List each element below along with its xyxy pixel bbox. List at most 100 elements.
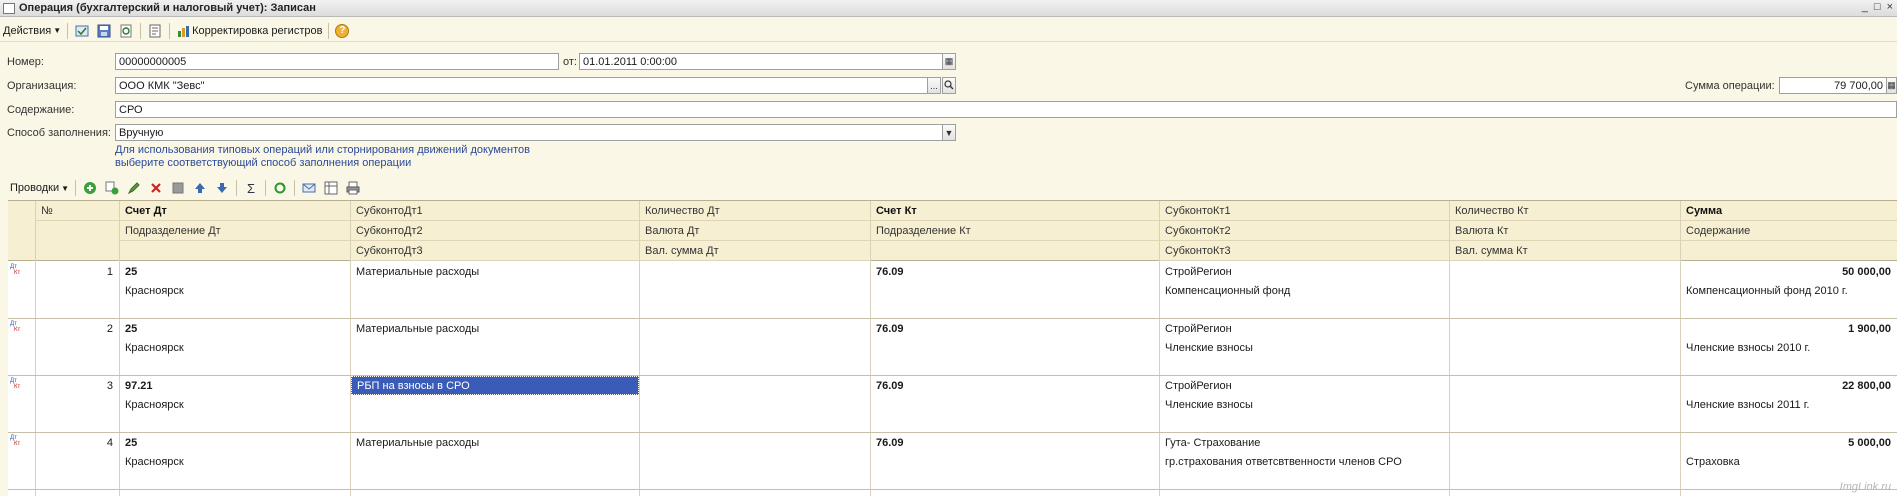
move-down-button[interactable] [211,178,233,198]
dt-division-cell[interactable]: Красноярск [120,452,350,471]
entries-table[interactable]: № Счет Дт Подразделение Дт СубконтоДт1 С… [8,200,1897,496]
organization-field[interactable]: ООО КМК "Зевс" [115,77,928,94]
sum-cell[interactable]: 1 900,00 [1681,319,1897,338]
print-button[interactable] [342,178,364,198]
dt-sub1-cell[interactable]: Материальные расходы [351,433,639,452]
dt-sub1-cell-selected[interactable]: РБП на взносы в СРО [351,376,639,395]
sum-cell[interactable]: 22 800,00 [1681,376,1897,395]
maximize-button[interactable]: □ [1874,1,1881,13]
dt-sub1-cell[interactable]: Материальные расходы [351,262,639,281]
entry-type-icon: Дт Кт [10,264,21,276]
sum-cell[interactable]: 5 000,00 [1681,433,1897,452]
toolbar-separator [169,22,171,39]
window-icon [3,2,15,14]
document-structure-icon [147,23,163,39]
header-dt-sub3[interactable]: СубконтоДт3 [351,241,639,261]
delete-row-button[interactable] [145,178,167,198]
dt-division-cell[interactable]: Красноярск [120,338,350,357]
header-kt-sub1[interactable]: СубконтоКт1 [1160,201,1449,221]
organization-open-button[interactable] [942,77,956,94]
printer-icon [345,180,361,196]
kt-account-cell[interactable]: 76.09 [871,262,1159,281]
mail-button[interactable] [298,178,320,198]
header-dt-sub2[interactable]: СубконтоДт2 [351,221,639,241]
header-dt-division[interactable]: Подразделение Дт [120,221,350,241]
table-settings-button[interactable] [320,178,342,198]
header-dt-cur-sum[interactable]: Вал. сумма Дт [640,241,870,261]
header-kt-division[interactable]: Подразделение Кт [871,221,1159,241]
kt-sub2-cell[interactable]: Компенсационный фонд [1160,281,1449,300]
toolbar-separator [265,180,267,196]
end-edit-button[interactable] [167,178,189,198]
refresh-button[interactable] [115,21,137,41]
fill-method-dropdown-button[interactable]: ▼ [942,124,956,141]
registers-correction-button[interactable]: Корректировка регистров [173,21,325,41]
header-kt-account[interactable]: Счет Кт [871,201,1159,221]
dt-account-cell[interactable]: 25 [120,433,350,452]
content-cell[interactable]: Членские взносы 2011 г. [1681,395,1897,414]
kt-sub2-cell[interactable]: гр.страхования ответсвтвенности членов С… [1160,452,1449,471]
fill-method-select[interactable]: Вручную [115,124,943,141]
kt-account-cell[interactable]: 76.09 [871,433,1159,452]
table-row[interactable]: Дт Кт 3 97.21 Красноярск РБП на взносы в … [8,376,1897,433]
kt-sub2-cell[interactable]: Членские взносы [1160,338,1449,357]
dt-division-cell[interactable]: Красноярск [120,395,350,414]
post-close-button[interactable] [71,21,93,41]
content-cell[interactable]: Компенсационный фонд 2010 г. [1681,281,1897,300]
header-kt-cur-sum[interactable]: Вал. сумма Кт [1450,241,1680,261]
content-cell[interactable]: Членские взносы 2010 г. [1681,338,1897,357]
header-num[interactable]: № [36,201,124,221]
table-row[interactable]: Дт Кт 1 25 Красноярск Материальные расход… [8,262,1897,319]
header-kt-currency[interactable]: Валюта Кт [1450,221,1680,241]
content-field[interactable]: СРО [115,101,1897,118]
header-kt-sub3[interactable]: СубконтоКт3 [1160,241,1449,261]
kt-sub2-cell[interactable]: Членские взносы [1160,395,1449,414]
header-dt-sub1[interactable]: СубконтоДт1 [351,201,639,221]
sum-button[interactable]: Σ [240,178,262,198]
table-row[interactable]: Дт Кт 4 25 Красноярск Материальные расход… [8,433,1897,490]
help-button[interactable]: ? [332,21,352,41]
entry-type-icon: Дт Кт [10,435,21,447]
dt-division-cell[interactable]: Красноярск [120,281,350,300]
calendar-button[interactable]: ▦ [942,53,956,70]
organization-select-button[interactable]: ... [927,77,941,94]
content-cell[interactable]: Страховка [1681,452,1897,471]
move-up-button[interactable] [189,178,211,198]
header-sum[interactable]: Сумма [1681,201,1897,221]
header-dt-qty[interactable]: Количество Дт [640,201,870,221]
calculator-button[interactable]: ▦ [1886,77,1897,94]
dt-account-cell[interactable]: 25 [120,319,350,338]
header-dt-account[interactable]: Счет Дт [120,201,350,221]
close-button[interactable]: × [1887,1,1893,13]
dt-sub1-cell[interactable]: Материальные расходы [351,319,639,338]
kt-sub1-cell[interactable]: СтройРегион [1160,376,1449,395]
minimize-button[interactable]: _ [1862,1,1868,13]
document-structure-button[interactable] [144,21,166,41]
sum-cell[interactable]: 50 000,00 [1681,262,1897,281]
entry-type-icon: Дт Кт [10,321,21,333]
table-row[interactable]: Дт Кт 2 25 Красноярск Материальные расход… [8,319,1897,376]
header-content[interactable]: Содержание [1681,221,1897,241]
number-field[interactable]: 00000000005 [115,53,559,70]
kt-sub1-cell[interactable]: СтройРегион [1160,262,1449,281]
header-kt-qty[interactable]: Количество Кт [1450,201,1680,221]
header-dt-currency[interactable]: Валюта Дт [640,221,870,241]
dt-account-cell[interactable]: 97.21 [120,376,350,395]
entries-toolbar: Проводки ▼ Σ [0,178,364,198]
dt-account-cell[interactable]: 25 [120,262,350,281]
copy-row-button[interactable] [101,178,123,198]
kt-account-cell[interactable]: 76.09 [871,376,1159,395]
edit-row-button[interactable] [123,178,145,198]
date-field[interactable]: 01.01.2011 0:00:00 [579,53,943,70]
actions-menu[interactable]: Действия ▼ [0,21,64,41]
toolbar-separator [294,180,296,196]
refresh-entries-button[interactable] [269,178,291,198]
entries-actions-menu[interactable]: Проводки ▼ [0,178,72,198]
kt-sub1-cell[interactable]: СтройРегион [1160,319,1449,338]
kt-account-cell[interactable]: 76.09 [871,319,1159,338]
add-row-button[interactable] [79,178,101,198]
kt-sub1-cell[interactable]: Гута- Страхование [1160,433,1449,452]
operation-sum-field[interactable]: 79 700,00 [1779,77,1887,94]
save-button[interactable] [93,21,115,41]
header-kt-sub2[interactable]: СубконтоКт2 [1160,221,1449,241]
